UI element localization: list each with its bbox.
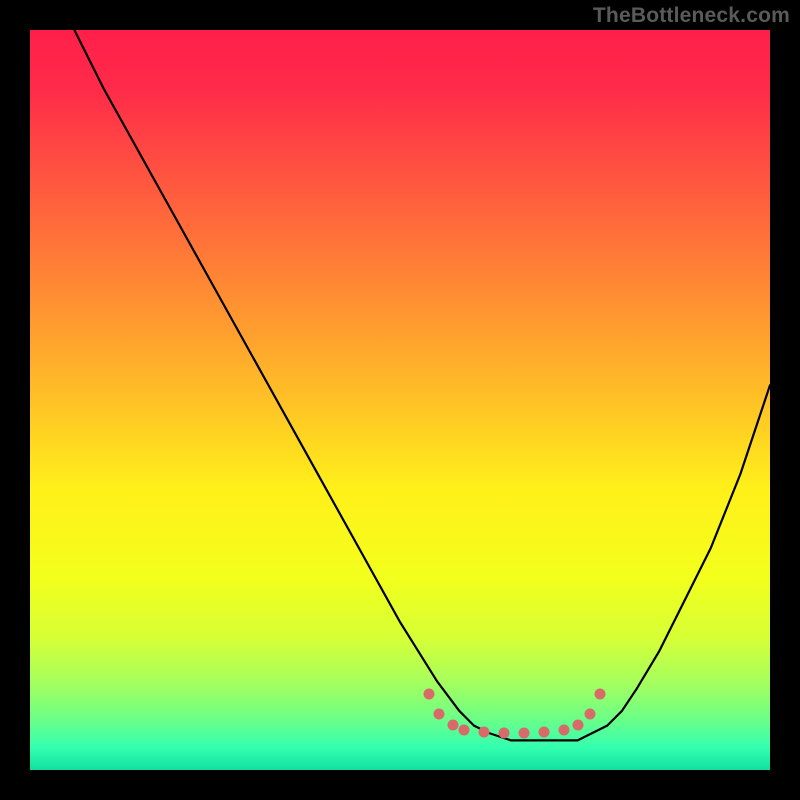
marker-dot — [434, 709, 445, 720]
plot-area — [30, 30, 770, 770]
marker-dot — [573, 720, 584, 731]
plot-svg — [30, 30, 770, 770]
marker-dot — [539, 727, 550, 738]
gradient-background — [30, 30, 770, 770]
marker-dot — [424, 689, 435, 700]
watermark-text: TheBottleneck.com — [593, 4, 790, 28]
chart-stage: TheBottleneck.com — [0, 0, 800, 800]
marker-dot — [499, 728, 510, 739]
marker-dot — [479, 727, 490, 738]
marker-dot — [559, 725, 570, 736]
marker-dot — [595, 689, 606, 700]
marker-dot — [459, 725, 470, 736]
marker-dot — [519, 728, 530, 739]
marker-dot — [448, 720, 459, 731]
marker-dot — [585, 709, 596, 720]
